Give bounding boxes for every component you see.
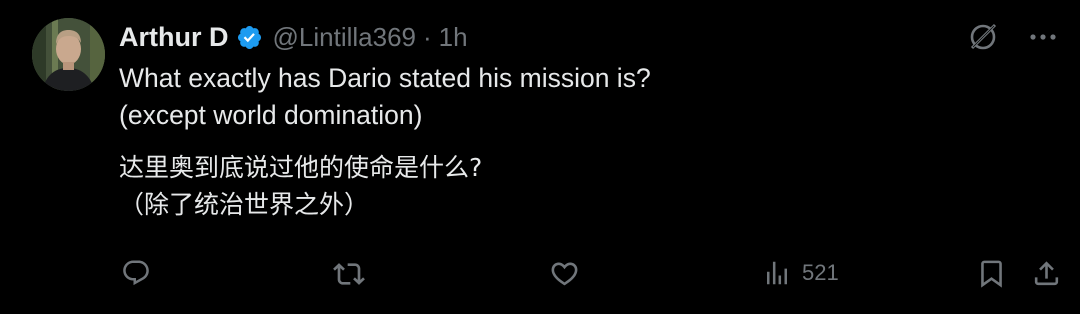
timestamp[interactable]: 1h: [439, 22, 468, 53]
tweet-line: （除了统治世界之外）: [119, 190, 370, 219]
verified-badge-icon[interactable]: [236, 24, 263, 51]
share-button[interactable]: [1031, 258, 1062, 289]
tweet-top-actions: [966, 20, 1060, 54]
views-count: 521: [802, 260, 839, 285]
share-icon: [1031, 258, 1062, 289]
tweet-action-bar: 521: [0, 250, 1080, 300]
views-chart-icon: [762, 258, 792, 288]
tweet-header: Arthur D @Lintilla369 · 1h: [119, 17, 468, 57]
reply-button[interactable]: [121, 258, 151, 288]
avatar[interactable]: [32, 18, 105, 91]
grok-icon[interactable]: [966, 20, 1000, 54]
author-name[interactable]: Arthur D: [119, 22, 229, 53]
tweet-text-chinese: 达里奥到底说过他的使命是什么? （除了统治世界之外）: [119, 149, 1019, 223]
tweet-line: (except world domination): [119, 100, 423, 130]
retweet-button[interactable]: [333, 258, 365, 290]
reply-icon: [121, 258, 151, 288]
more-icon[interactable]: [1026, 20, 1060, 54]
bookmark-icon: [976, 258, 1007, 289]
tweet-card[interactable]: Arthur D @Lintilla369 · 1h What exactly …: [0, 0, 1080, 314]
retweet-icon: [333, 258, 365, 290]
heart-icon: [549, 258, 580, 289]
views-button[interactable]: 521: [762, 258, 839, 288]
like-button[interactable]: [549, 258, 580, 289]
author-handle[interactable]: @Lintilla369: [273, 22, 416, 53]
separator-dot: ·: [422, 21, 432, 52]
bookmark-button[interactable]: [976, 258, 1007, 289]
tweet-text: What exactly has Dario stated his missio…: [119, 60, 1019, 223]
tweet-line: 达里奥到底说过他的使命是什么?: [119, 153, 483, 182]
tweet-line: What exactly has Dario stated his missio…: [119, 63, 651, 93]
tweet-text-english: What exactly has Dario stated his missio…: [119, 60, 1019, 134]
